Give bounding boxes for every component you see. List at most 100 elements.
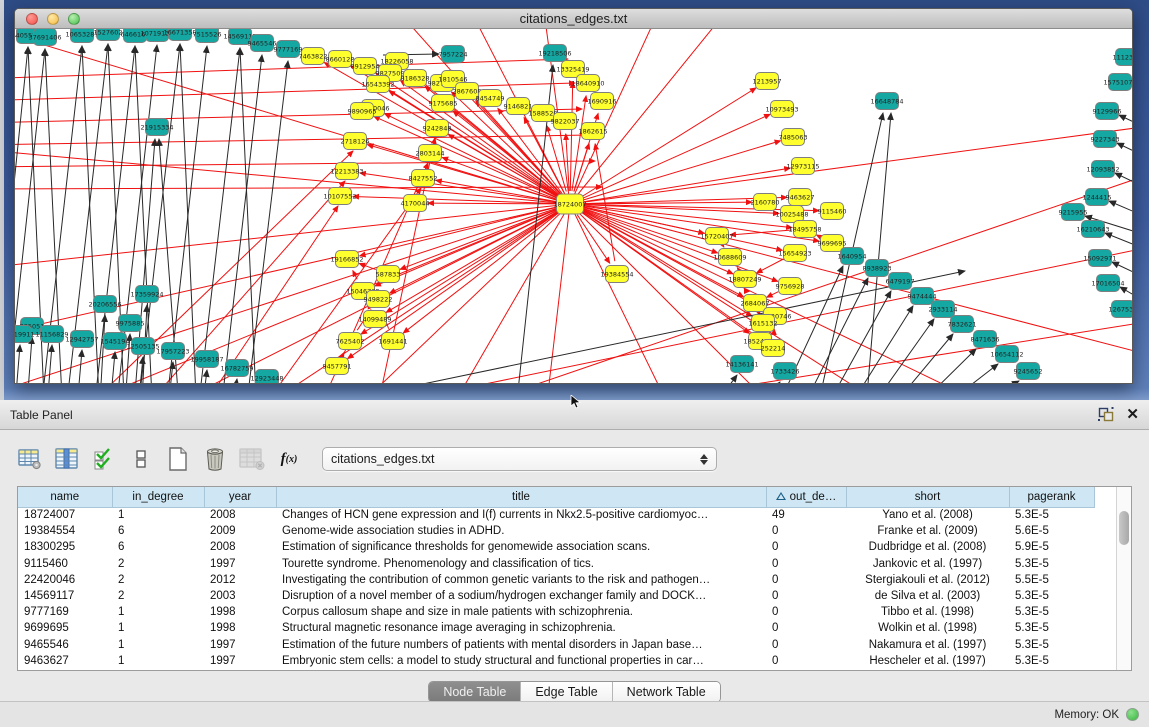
column-header-in_degree[interactable]: in_degree	[112, 487, 204, 507]
table-cell[interactable]: Embryonic stem cells: a model to study s…	[276, 653, 766, 669]
graph-node-teal[interactable]: 1267533	[1109, 301, 1132, 318]
graph-node-yellow[interactable]: 9242848	[423, 120, 452, 137]
table-cell[interactable]: 19384554	[18, 523, 112, 539]
graph-node-yellow[interactable]: 8427552	[409, 170, 438, 187]
table-row[interactable]: 946362711997Embryonic stem cells: a mode…	[18, 653, 1094, 669]
table-cell[interactable]: 1	[112, 637, 204, 653]
graph-node-yellow[interactable]: 9463627	[786, 189, 815, 206]
table-cell[interactable]: 1	[112, 620, 204, 636]
graph-node-teal[interactable]: 12505135	[126, 338, 159, 355]
table-row[interactable]: 977716911998Corpus callosum shape and si…	[18, 604, 1094, 620]
network-window[interactable]: citations_edges.txt 18724007746382286601…	[14, 8, 1133, 384]
graph-node-teal[interactable]: 6479197	[886, 273, 915, 290]
table-settings-icon[interactable]	[17, 446, 43, 472]
function-builder-icon[interactable]: f(x)	[276, 446, 302, 472]
graph-node-teal[interactable]: 21915334	[140, 119, 173, 136]
table-cell[interactable]: 9463627	[18, 653, 112, 669]
table-cell[interactable]: 1	[112, 507, 204, 523]
table-cell[interactable]: Hescheler et al. (1997)	[846, 653, 1009, 669]
table-cell[interactable]: 0	[766, 604, 846, 620]
table-cell[interactable]: 5.3E-5	[1009, 588, 1094, 604]
graph-node-yellow[interactable]: 9457791	[323, 358, 352, 375]
graph-node-teal[interactable]: 16210643	[1076, 221, 1109, 238]
graph-node-teal[interactable]: 14136141	[725, 356, 758, 373]
graph-node-yellow[interactable]: 2718126	[341, 133, 370, 150]
graph-node-teal[interactable]: 9975885	[116, 315, 145, 332]
graph-node-yellow[interactable]: 10025488	[775, 206, 808, 223]
show-column-icon[interactable]	[54, 446, 80, 472]
graph-node-yellow[interactable]: 12213383	[330, 163, 363, 180]
graph-node-teal[interactable]: 1640954	[838, 248, 867, 265]
graph-node-teal[interactable]: 1527602	[94, 29, 123, 41]
graph-node-yellow[interactable]: 1615132	[749, 315, 778, 332]
table-cell[interactable]: 1997	[204, 556, 276, 572]
new-table-icon[interactable]	[165, 446, 191, 472]
table-cell[interactable]: 5.3E-5	[1009, 507, 1094, 523]
row-height-icon[interactable]	[128, 446, 154, 472]
graph-node-teal[interactable]: 10654112	[990, 346, 1023, 363]
graph-node-yellow[interactable]: 1213957	[753, 73, 782, 90]
table-cell[interactable]: 5.9E-5	[1009, 539, 1094, 555]
column-header-pagerank[interactable]: pagerank	[1009, 487, 1094, 507]
table-cell[interactable]: Estimation of significance thresholds fo…	[276, 539, 766, 555]
graph-node-teal[interactable]: 12923448	[250, 370, 283, 385]
table-cell[interactable]: Nakamura et al. (1997)	[846, 637, 1009, 653]
graph-node-teal[interactable]: 11156829	[35, 326, 68, 343]
table-cell[interactable]: Tourette syndrome. Phenomenology and cla…	[276, 556, 766, 572]
graph-node-yellow[interactable]: 15720407	[700, 228, 733, 245]
graph-node-teal[interactable]: 1112304	[1113, 49, 1132, 66]
table-cell[interactable]: 18724007	[18, 507, 112, 523]
table-cell[interactable]: 2	[112, 556, 204, 572]
graph-node-teal[interactable]: 37691406	[28, 29, 61, 46]
table-cell[interactable]: 2	[112, 588, 204, 604]
column-header-name[interactable]: name	[18, 487, 112, 507]
graph-node-teal[interactable]: 12093852	[1086, 161, 1119, 178]
graph-node-teal[interactable]: 17957223	[156, 343, 189, 360]
graph-node-yellow[interactable]: 10973493	[765, 101, 798, 118]
graph-node-yellow[interactable]: 9115460	[818, 203, 847, 220]
graph-node-yellow[interactable]: 14099489	[358, 311, 391, 328]
table-cell[interactable]: Investigating the contribution of common…	[276, 572, 766, 588]
table-cell[interactable]: Changes of HCN gene expression and I(f) …	[276, 507, 766, 523]
graph-node-yellow[interactable]: 10107552	[323, 188, 356, 205]
graph-node-yellow[interactable]: 7463822	[299, 48, 328, 65]
table-vertical-scrollbar[interactable]	[1116, 487, 1131, 670]
graph-node-teal[interactable]: 15751074	[1103, 74, 1132, 91]
memory-status-led[interactable]	[1126, 708, 1139, 721]
graph-node-yellow[interactable]: 10688609	[713, 249, 746, 266]
table-cell[interactable]: 1998	[204, 604, 276, 620]
graph-node-yellow[interactable]: 18640910	[571, 75, 604, 92]
graph-node-yellow[interactable]: 1691441	[379, 333, 408, 350]
graph-node-teal[interactable]: 1545194	[101, 333, 130, 350]
graph-node-teal[interactable]: 9227343	[1091, 131, 1120, 148]
tab-node-table[interactable]: Node Table	[429, 682, 521, 702]
table-cell[interactable]: 2012	[204, 572, 276, 588]
table-selector-dropdown[interactable]: citations_edges.txt	[322, 447, 717, 471]
graph-node-yellow[interactable]: 252214	[761, 340, 786, 357]
graph-node-yellow[interactable]: 8186328	[401, 70, 430, 87]
graph-node-yellow[interactable]: 15654923	[778, 245, 811, 262]
window-titlebar[interactable]: citations_edges.txt	[15, 9, 1132, 29]
table-cell[interactable]: Estimation of the future numbers of pati…	[276, 637, 766, 653]
graph-node-teal[interactable]: 16648784	[870, 93, 903, 110]
table-cell[interactable]: de Silva et al. (2003)	[846, 588, 1009, 604]
graph-node-teal[interactable]: 1733426	[771, 363, 800, 380]
table-cell[interactable]: 1	[112, 653, 204, 669]
table-cell[interactable]: 14569117	[18, 588, 112, 604]
table-cell[interactable]: Tibbo et al. (1998)	[846, 604, 1009, 620]
graph-node-yellow[interactable]: 19166852	[330, 251, 363, 268]
table-cell[interactable]: Stergiakouli et al. (2012)	[846, 572, 1009, 588]
table-cell[interactable]: 0	[766, 572, 846, 588]
graph-node-teal[interactable]: 9215955	[1059, 204, 1088, 221]
table-cell[interactable]: 0	[766, 556, 846, 572]
table-cell[interactable]: Franke et al. (2009)	[846, 523, 1009, 539]
graph-node-teal[interactable]: 19958187	[190, 351, 223, 368]
graph-node-teal[interactable]: 20206556	[88, 296, 121, 313]
graph-node-teal[interactable]: 1244415	[1083, 189, 1112, 206]
table-cell[interactable]: 2003	[204, 588, 276, 604]
table-row[interactable]: 969969511998Structural magnetic resonanc…	[18, 620, 1094, 636]
column-header-short[interactable]: short	[846, 487, 1009, 507]
table-row[interactable]: 1938455462009Genome-wide association stu…	[18, 523, 1094, 539]
table-cell[interactable]: 6	[112, 523, 204, 539]
table-cell[interactable]: 5.3E-5	[1009, 620, 1094, 636]
